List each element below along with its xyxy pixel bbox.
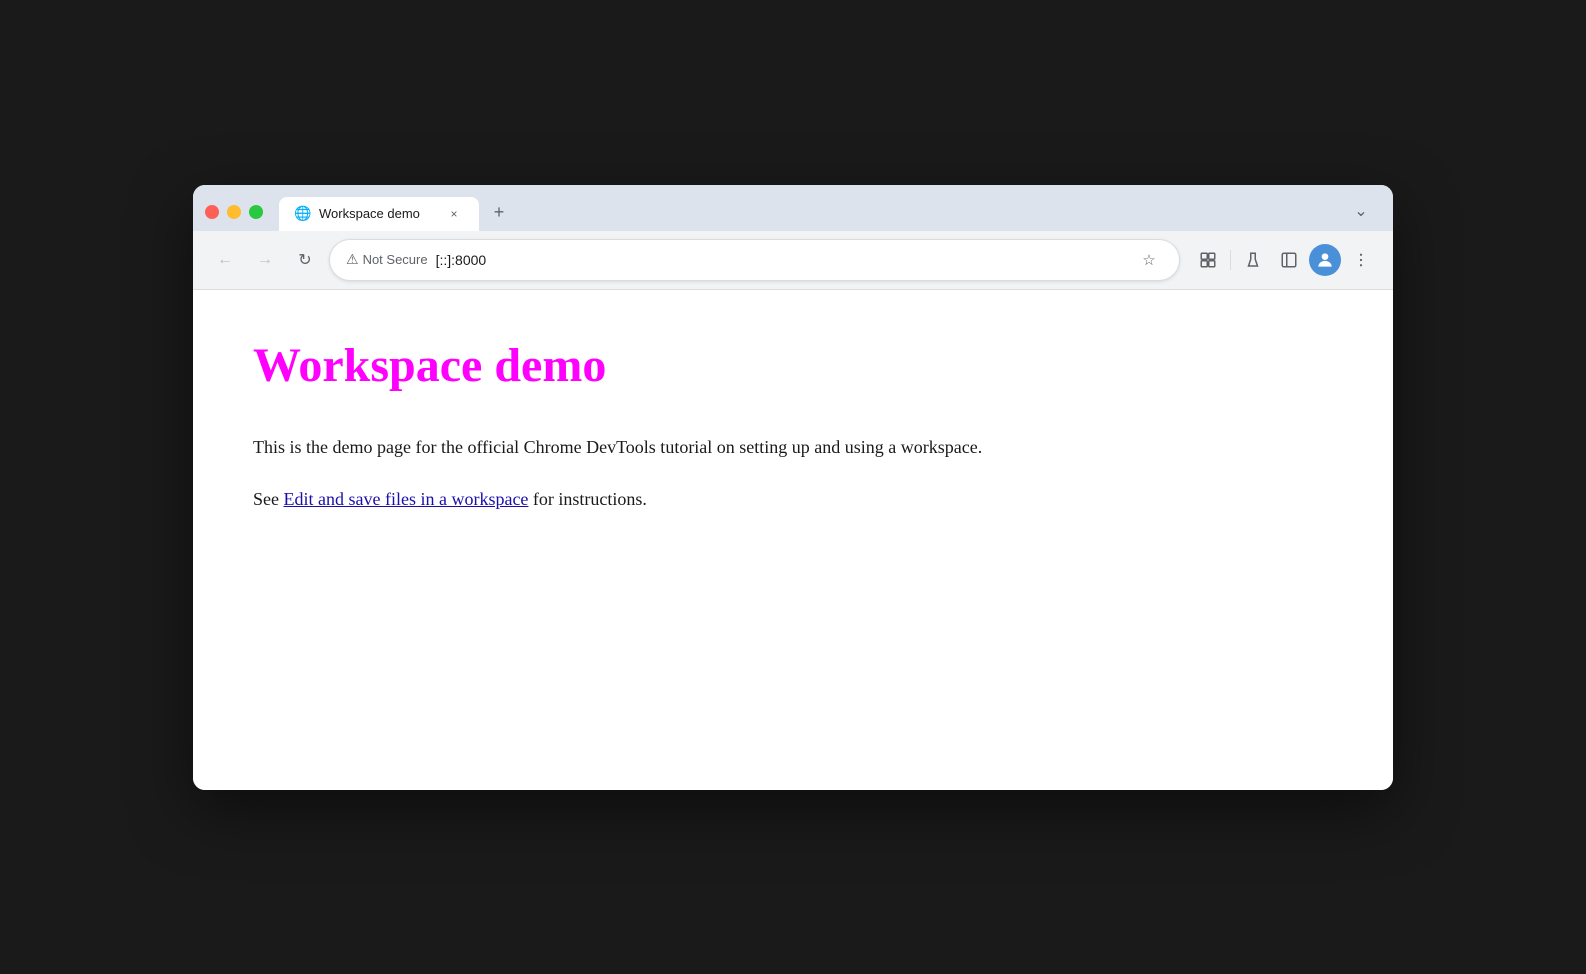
extensions-button[interactable] bbox=[1192, 244, 1224, 276]
traffic-lights bbox=[205, 205, 263, 231]
menu-button[interactable] bbox=[1345, 244, 1377, 276]
reload-button[interactable]: ↻ bbox=[289, 244, 321, 276]
link-suffix: for instructions. bbox=[528, 489, 647, 509]
page-heading: Workspace demo bbox=[253, 338, 1333, 393]
tab-title: Workspace demo bbox=[319, 206, 437, 221]
title-bar: 🌐 Workspace demo × + ⌄ bbox=[193, 185, 1393, 231]
maximize-button[interactable] bbox=[249, 205, 263, 219]
forward-button[interactable]: → bbox=[249, 244, 281, 276]
address-actions: ☆ bbox=[1135, 246, 1163, 274]
active-tab[interactable]: 🌐 Workspace demo × bbox=[279, 197, 479, 231]
tab-bar: 🌐 Workspace demo × + ⌄ bbox=[279, 195, 1381, 231]
page-link-line: See Edit and save files in a workspace f… bbox=[253, 485, 1333, 514]
address-bar: ← → ↻ ⚠ Not Secure [::]:8000 ☆ bbox=[193, 231, 1393, 290]
address-input[interactable]: ⚠ Not Secure [::]:8000 ☆ bbox=[329, 239, 1180, 281]
browser-window: 🌐 Workspace demo × + ⌄ ← → ↻ ⚠ Not Secur… bbox=[193, 185, 1393, 790]
bookmark-button[interactable]: ☆ bbox=[1135, 246, 1163, 274]
lab-button[interactable] bbox=[1237, 244, 1269, 276]
url-text: [::]:8000 bbox=[436, 252, 1127, 268]
new-tab-button[interactable]: + bbox=[483, 197, 515, 229]
toolbar-right bbox=[1192, 244, 1377, 276]
tab-favicon-icon: 🌐 bbox=[295, 206, 311, 222]
back-button[interactable]: ← bbox=[209, 244, 241, 276]
minimize-button[interactable] bbox=[227, 205, 241, 219]
warning-icon: ⚠ bbox=[346, 251, 359, 268]
page-description: This is the demo page for the official C… bbox=[253, 433, 1333, 462]
profile-button[interactable] bbox=[1309, 244, 1341, 276]
security-indicator: ⚠ Not Secure bbox=[346, 251, 428, 268]
link-prefix: See bbox=[253, 489, 284, 509]
page-content: Workspace demo This is the demo page for… bbox=[193, 290, 1393, 790]
toolbar-divider bbox=[1230, 250, 1231, 270]
security-label: Not Secure bbox=[363, 252, 428, 267]
sidebar-button[interactable] bbox=[1273, 244, 1305, 276]
workspace-link[interactable]: Edit and save files in a workspace bbox=[284, 489, 529, 509]
tab-close-button[interactable]: × bbox=[445, 205, 463, 223]
tab-dropdown-button[interactable]: ⌄ bbox=[1345, 195, 1377, 227]
close-button[interactable] bbox=[205, 205, 219, 219]
